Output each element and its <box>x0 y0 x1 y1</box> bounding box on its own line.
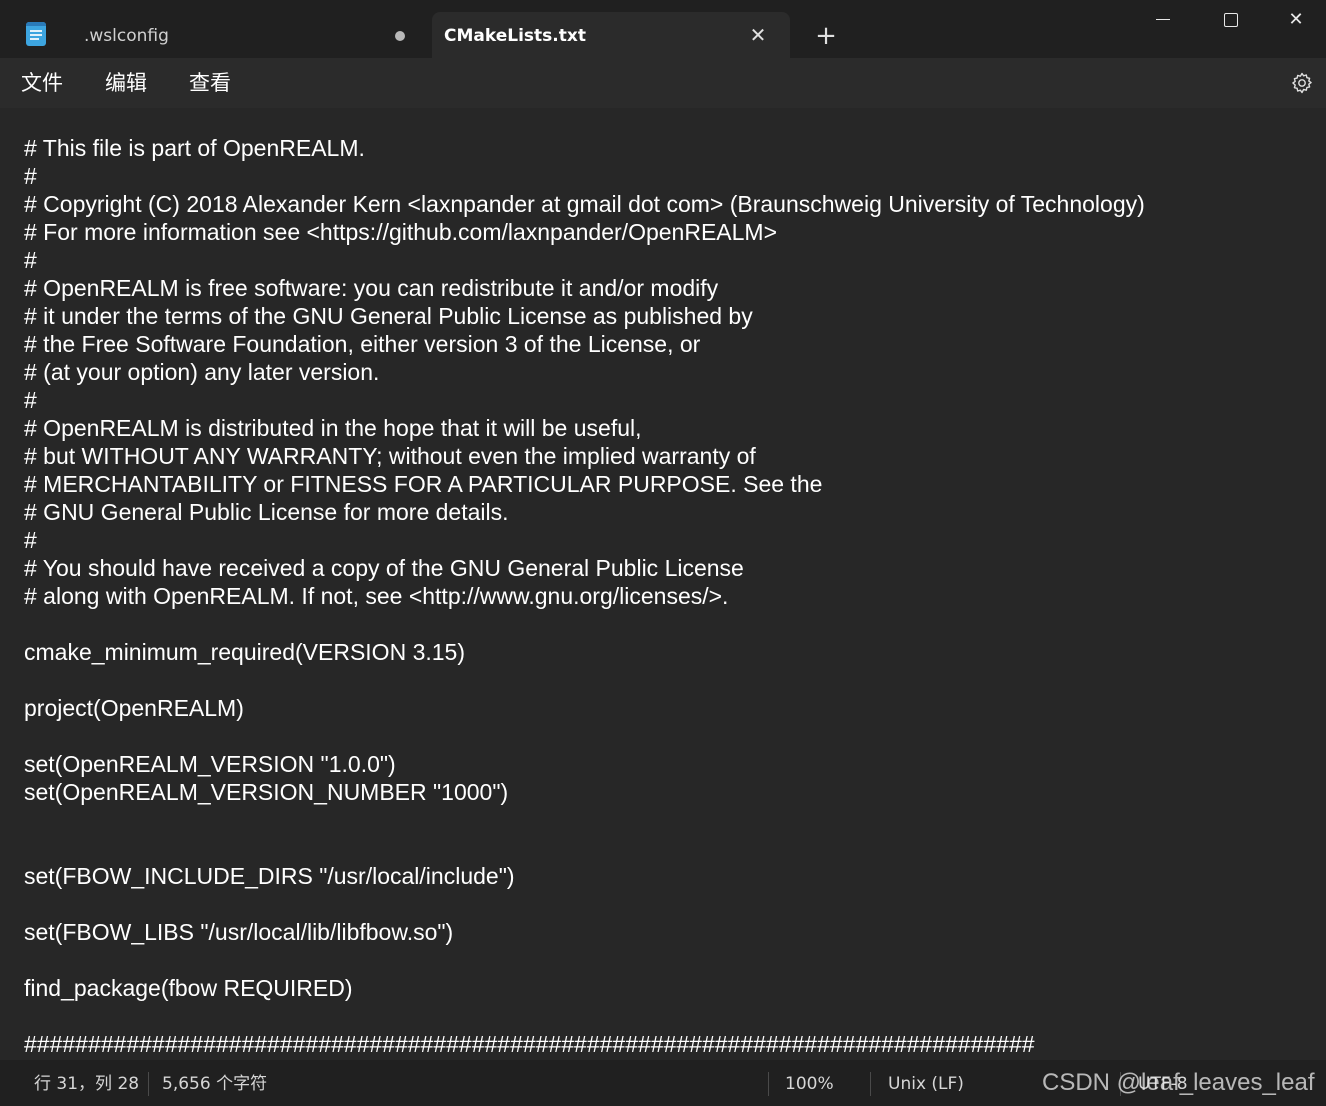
new-tab-button[interactable]: + <box>812 22 840 50</box>
menu-edit[interactable]: 编辑 <box>105 70 147 96</box>
code-line: # (at your option) any later version. <box>24 359 380 385</box>
text-editor[interactable]: # This file is part of OpenREALM. # # Copy… <box>0 108 1326 1060</box>
code-line: cmake_minimum_required(VERSION 3.15) <box>24 639 465 665</box>
code-line: find_package(fbow REQUIRED) <box>24 975 353 1001</box>
code-line: set(FBOW_INCLUDE_DIRS "/usr/local/includ… <box>24 863 515 889</box>
code-line: # This file is part of OpenREALM. <box>24 135 365 161</box>
code-line: project(OpenREALM) <box>24 695 244 721</box>
code-line: # GNU General Public License for more de… <box>24 499 509 525</box>
title-bar: .wslconfig CMakeLists.txt ✕ + ✕ <box>0 0 1326 58</box>
code-line: set(FBOW_LIBS "/usr/local/lib/libfbow.so… <box>24 919 454 945</box>
minimize-button[interactable] <box>1128 0 1198 40</box>
csdn-watermark: CSDN @leaf_leaves_leaf <box>1042 1069 1315 1096</box>
status-divider <box>870 1072 871 1096</box>
maximize-button[interactable] <box>1196 0 1266 40</box>
code-line: # OpenREALM is free software: you can re… <box>24 275 719 301</box>
code-line: ########################################… <box>24 1031 1035 1057</box>
status-divider <box>768 1072 769 1096</box>
editor-content[interactable]: # This file is part of OpenREALM. # # Copy… <box>24 134 1304 1058</box>
code-line: # MERCHANTABILITY or FITNESS FOR A PARTI… <box>24 471 823 497</box>
code-line: # <box>24 247 37 273</box>
menu-bar: 文件 编辑 查看 <box>0 58 1326 108</box>
maximize-icon <box>1224 13 1238 27</box>
code-line: # <box>24 527 37 553</box>
tab-label: .wslconfig <box>84 26 169 46</box>
code-line: # <box>24 163 37 189</box>
code-line: set(OpenREALM_VERSION_NUMBER "1000") <box>24 779 509 805</box>
tab-cmakelists[interactable]: CMakeLists.txt ✕ <box>432 12 790 58</box>
menu-view[interactable]: 查看 <box>189 70 231 96</box>
code-line: # along with OpenREALM. If not, see <htt… <box>24 583 729 609</box>
tab-label: CMakeLists.txt <box>444 26 586 46</box>
notepad-window: .wslconfig CMakeLists.txt ✕ + ✕ 文件 编辑 查看… <box>0 0 1326 1106</box>
tab-wslconfig[interactable]: .wslconfig <box>62 12 430 58</box>
code-line: # it under the terms of the GNU General … <box>24 303 753 329</box>
zoom-level[interactable]: 100% <box>785 1074 834 1094</box>
close-tab-icon[interactable]: ✕ <box>746 23 770 47</box>
line-ending[interactable]: Unix (LF) <box>888 1074 964 1094</box>
code-line: # For more information see <https://gith… <box>24 219 778 245</box>
code-line: # You should have received a copy of the… <box>24 555 744 581</box>
vertical-scrollbar[interactable] <box>1318 114 1324 1054</box>
minimize-icon <box>1156 19 1170 20</box>
cursor-position: 行 31，列 28 <box>34 1074 140 1094</box>
code-line: # Copyright (C) 2018 Alexander Kern <lax… <box>24 191 1145 217</box>
menu-file[interactable]: 文件 <box>21 70 63 96</box>
unsaved-indicator-dot <box>395 31 405 41</box>
close-window-button[interactable]: ✕ <box>1266 0 1326 40</box>
gear-icon[interactable] <box>1290 71 1314 95</box>
character-count: 5,656 个字符 <box>162 1074 268 1094</box>
code-line: # but WITHOUT ANY WARRANTY; without even… <box>24 443 756 469</box>
code-line: # <box>24 387 37 413</box>
notepad-icon <box>26 22 46 46</box>
status-divider <box>148 1072 149 1096</box>
code-line: set(OpenREALM_VERSION "1.0.0") <box>24 751 396 777</box>
code-line: # the Free Software Foundation, either v… <box>24 331 701 357</box>
code-line: # OpenREALM is distributed in the hope t… <box>24 415 642 441</box>
